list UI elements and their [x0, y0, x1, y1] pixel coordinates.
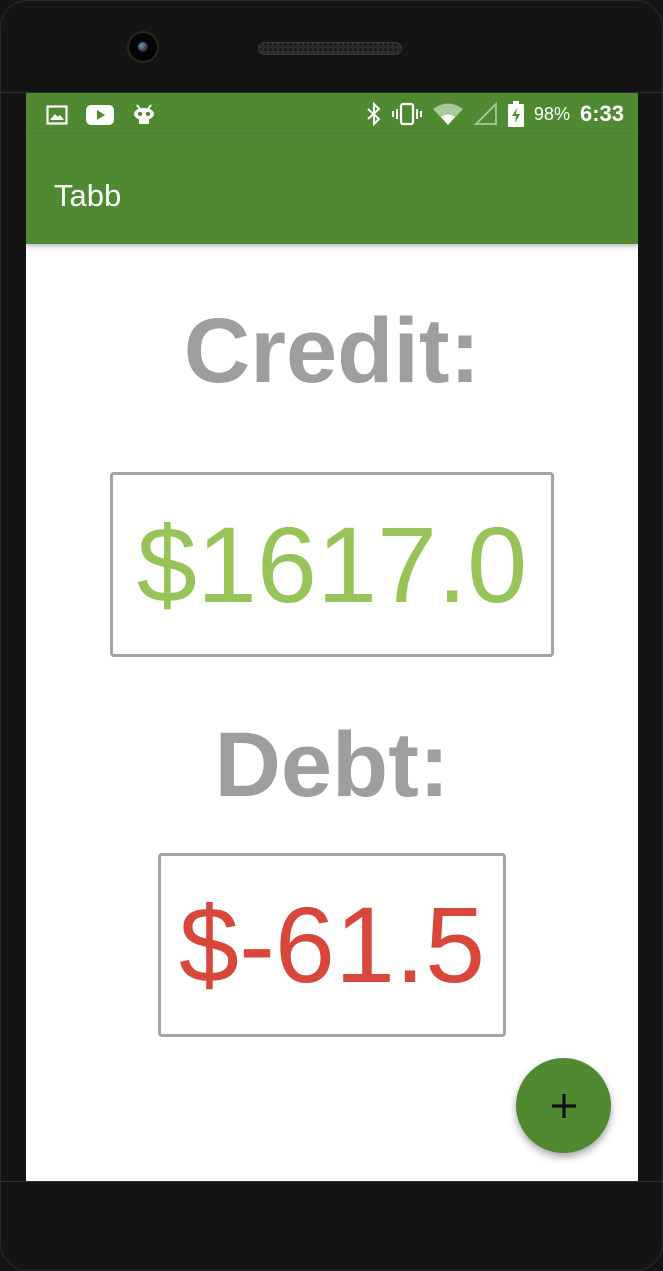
app-toolbar: Tabb — [26, 134, 638, 244]
plus-icon — [550, 1092, 578, 1120]
add-transaction-button[interactable] — [516, 1058, 611, 1153]
app-title: Tabb — [54, 178, 122, 213]
status-bar: 98% 6:33 — [26, 93, 638, 134]
vibrate-icon — [391, 102, 422, 126]
battery-percentage: 98% — [533, 103, 570, 124]
cell-signal-icon — [473, 102, 498, 126]
system-status-icons: 98% 6:33 — [366, 101, 624, 127]
notification-icons — [46, 103, 156, 127]
image-notification-icon — [46, 105, 68, 125]
credit-amount-box: $1617.0 — [110, 472, 554, 657]
debt-amount: $-61.5 — [178, 884, 486, 1005]
youtube-notification-icon — [86, 105, 114, 125]
credit-amount: $1617.0 — [136, 503, 528, 625]
wifi-icon — [432, 102, 464, 126]
app-screen: 98% 6:33 Tabb Credit: $1617.0 Debt: $-61… — [26, 93, 638, 1181]
debt-label: Debt: — [214, 714, 450, 816]
bluetooth-icon — [366, 102, 382, 126]
battery-charging-icon — [507, 101, 524, 127]
credit-label: Credit: — [183, 300, 481, 402]
earpiece-speaker — [258, 42, 402, 55]
android-debug-icon — [132, 103, 156, 127]
bezel-divider-bottom — [1, 1181, 662, 1182]
status-clock: 6:33 — [579, 101, 624, 126]
phone-frame: 98% 6:33 Tabb Credit: $1617.0 Debt: $-61… — [0, 0, 663, 1271]
debt-amount-box: $-61.5 — [158, 853, 506, 1037]
front-camera — [129, 33, 157, 61]
